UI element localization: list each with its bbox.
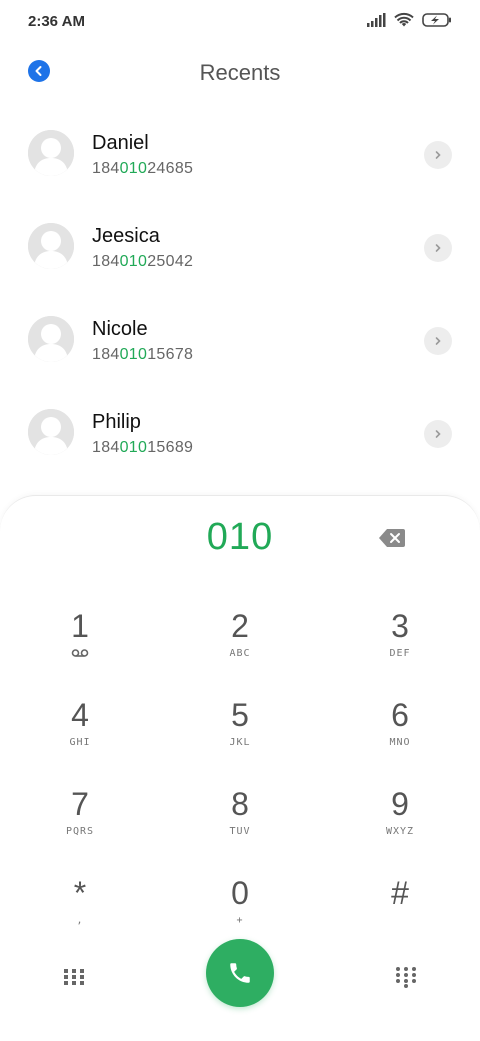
details-button[interactable] [424, 420, 452, 448]
key-letters: TUV [229, 826, 251, 837]
backspace-icon [379, 529, 405, 547]
header: Recents [0, 50, 480, 94]
key-2[interactable]: 2 ABC [160, 608, 320, 697]
contact-number: 18401024685 [92, 160, 194, 177]
avatar [28, 316, 74, 362]
person-icon [28, 409, 74, 455]
person-icon [28, 130, 74, 176]
contact-number: 18401015678 [92, 346, 194, 363]
key-4[interactable]: 4 GHI [0, 697, 160, 786]
key-digit: 6 [391, 697, 409, 733]
contact-number: 18401015689 [92, 439, 194, 456]
key-letters: JKL [229, 737, 251, 748]
status-icons [366, 12, 452, 28]
chevron-right-icon [435, 244, 441, 252]
dialpad-panel: 010 1 2 ABC 3 DEF 4 GHI 5 JKL 6 MNO 7 PQ… [0, 495, 480, 1041]
key-letters: GHI [69, 737, 91, 748]
key-letters: , [76, 915, 84, 926]
details-button[interactable] [424, 327, 452, 355]
dialpad-toggle-button-left[interactable] [62, 964, 86, 988]
key-digit: 4 [71, 697, 89, 733]
wifi-icon [394, 12, 414, 27]
contact-row[interactable]: Daniel 18401024685 [0, 106, 480, 199]
key-3[interactable]: 3 DEF [320, 608, 480, 697]
key-7[interactable]: 7 PQRS [0, 786, 160, 875]
phone-icon [230, 963, 250, 983]
battery-icon [422, 13, 451, 27]
contact-name: Nicole [92, 318, 148, 340]
chevron-right-icon [435, 430, 441, 438]
key-digit: # [391, 875, 409, 911]
contact-name: Jeesica [92, 225, 160, 247]
key-row: 1 2 ABC 3 DEF [0, 608, 480, 697]
key-letters: + [236, 915, 244, 926]
dialpad-grid-icon [396, 967, 416, 988]
avatar [28, 223, 74, 269]
contact-row[interactable]: Jeesica 18401025042 [0, 199, 480, 292]
key-digit: 2 [231, 608, 249, 644]
contact-row[interactable]: Philip 18401015689 [0, 385, 480, 478]
recents-list: Daniel 18401024685 Jeesica 18401025042 N… [0, 106, 480, 478]
page-title: Recents [199, 60, 281, 85]
details-button[interactable] [424, 234, 452, 262]
key-6[interactable]: 6 MNO [320, 697, 480, 786]
dial-input-display[interactable]: 010 [0, 516, 480, 559]
keypad: 1 2 ABC 3 DEF 4 GHI 5 JKL 6 MNO 7 PQRS 8… [0, 608, 480, 964]
key-digit: 7 [71, 786, 89, 822]
signal-icon [367, 13, 386, 27]
chevron-right-icon [435, 337, 441, 345]
key-letters: DEF [389, 648, 411, 659]
dialpad-toggle-button-right[interactable] [394, 964, 418, 988]
key-digit: 8 [231, 786, 249, 822]
status-bar: 2:36 AM [0, 0, 480, 44]
call-button[interactable] [206, 939, 274, 1007]
person-icon [28, 223, 74, 269]
status-time: 2:36 AM [28, 13, 85, 30]
key-row: 7 PQRS 8 TUV 9 WXYZ [0, 786, 480, 875]
key-letters: PQRS [65, 826, 95, 837]
key-letters: WXYZ [385, 826, 415, 837]
key-letters: ABC [229, 648, 251, 659]
key-digit: * [73, 875, 87, 911]
details-button[interactable] [424, 141, 452, 169]
key-letters: MNO [389, 737, 411, 748]
key-9[interactable]: 9 WXYZ [320, 786, 480, 875]
backspace-button[interactable] [378, 528, 406, 548]
contact-name: Philip [92, 411, 141, 433]
key-digit: 9 [391, 786, 409, 822]
key-digit: 0 [231, 875, 249, 911]
dialpad-grid-icon [64, 969, 84, 985]
contact-name: Daniel [92, 132, 149, 154]
chevron-right-icon [435, 151, 441, 159]
key-digit: 3 [391, 608, 409, 644]
avatar [28, 409, 74, 455]
key-digit: 1 [71, 608, 89, 644]
dialer-bottom-bar [0, 939, 480, 1009]
voicemail-icon [71, 649, 89, 657]
key-1[interactable]: 1 [0, 608, 160, 697]
contact-number: 18401025042 [92, 253, 194, 270]
person-icon [28, 316, 74, 362]
contact-row[interactable]: Nicole 18401015678 [0, 292, 480, 385]
key-digit: 5 [231, 697, 249, 733]
key-8[interactable]: 8 TUV [160, 786, 320, 875]
key-5[interactable]: 5 JKL [160, 697, 320, 786]
avatar [28, 130, 74, 176]
key-row: 4 GHI 5 JKL 6 MNO [0, 697, 480, 786]
